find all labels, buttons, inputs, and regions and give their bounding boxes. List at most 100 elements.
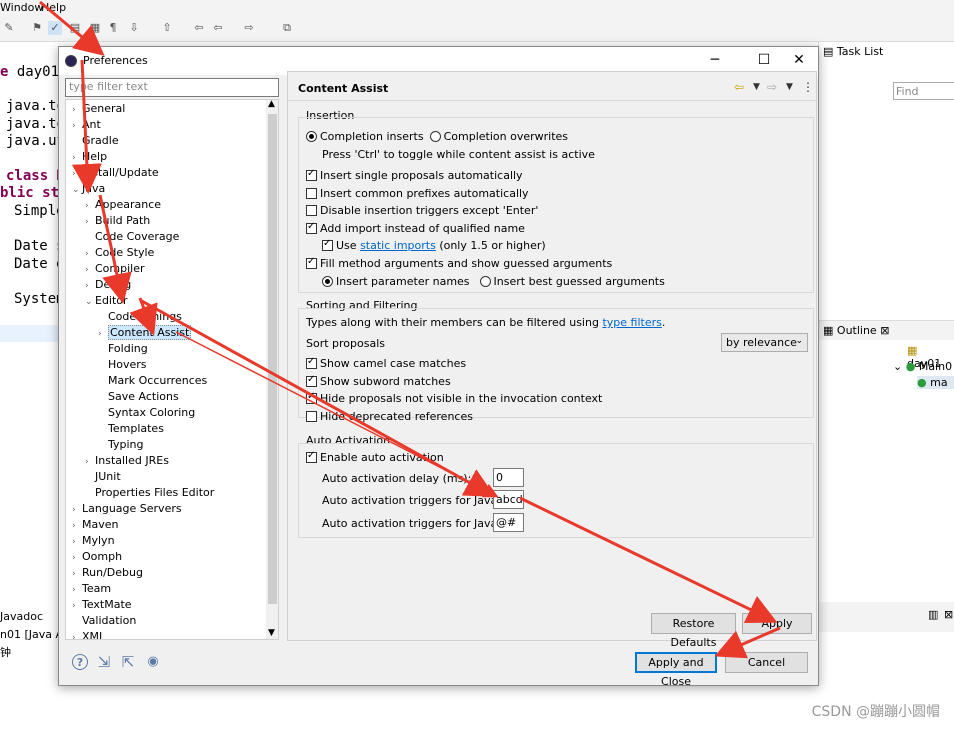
tree-item-xml[interactable]: › XML	[72, 630, 105, 639]
insert-best-guessed-radio[interactable]	[479, 276, 491, 287]
fill-method-checkbox[interactable]	[306, 256, 317, 269]
export-icon[interactable]: ⇱	[120, 654, 136, 670]
tree-item-hovers[interactable]: Hovers	[98, 358, 147, 371]
tree-item-debug[interactable]: › Debug	[85, 278, 131, 291]
tree-item-code-minings[interactable]: Code Minings	[98, 310, 182, 323]
chevron-down-icon[interactable]: ⌄	[72, 185, 82, 195]
tree-item-run-debug[interactable]: › Run/Debug	[72, 566, 143, 579]
chevron-right-icon[interactable]: ›	[72, 505, 82, 515]
tree-item-junit[interactable]: JUnit	[85, 470, 121, 483]
menu-window[interactable]: Window	[0, 1, 43, 14]
filter-input[interactable]: type filter text	[65, 78, 279, 97]
tree-item-validation[interactable]: Validation	[72, 614, 136, 627]
forward-icon[interactable]: ⇨	[242, 21, 256, 35]
type-filters-link[interactable]: type filters	[602, 316, 661, 329]
camel-case-checkbox[interactable]	[306, 356, 317, 369]
insert-param-names-radio[interactable]	[322, 276, 333, 287]
tree-item-java[interactable]: ⌄ Java	[72, 182, 105, 195]
chevron-right-icon[interactable]: ›	[72, 585, 82, 595]
tree-item-properties-files-editor[interactable]: Properties Files Editor	[85, 486, 214, 499]
scroll-up-icon[interactable]: ▲	[268, 100, 275, 109]
maximize-icon[interactable]: ☐	[756, 52, 772, 68]
chevron-down-icon[interactable]: ⌄	[85, 297, 95, 307]
insert-single-checkbox[interactable]	[306, 168, 317, 181]
tree-item-folding[interactable]: Folding	[98, 342, 148, 355]
annotation-icon[interactable]: ⚑	[30, 21, 44, 35]
disable-triggers-checkbox[interactable]	[306, 205, 317, 216]
outline-item[interactable]: ● ma	[917, 376, 954, 389]
hide-not-visible-checkbox[interactable]	[306, 391, 317, 404]
block-icon[interactable]: ▤	[68, 21, 82, 35]
tree-item-code-coverage[interactable]: Code Coverage	[85, 230, 179, 243]
chevron-right-icon[interactable]: ›	[85, 281, 95, 291]
back-icon[interactable]: ⇦	[211, 21, 225, 35]
menu-help[interactable]: Help	[41, 1, 66, 14]
chevron-right-icon[interactable]: ›	[85, 457, 95, 467]
chevron-down-icon[interactable]: ▼	[753, 82, 760, 92]
tree-item-code-style[interactable]: › Code Style	[85, 246, 154, 259]
tree-item-content-assist[interactable]: › Content Assist	[98, 325, 192, 340]
completion-inserts-radio[interactable]	[306, 131, 317, 142]
tree-item-language-servers[interactable]: › Language Servers	[72, 502, 182, 515]
apply-button[interactable]: Apply	[742, 613, 812, 634]
code-editor[interactable]: e day01; java.te java.te java.ut class M…	[0, 42, 67, 602]
javadoc-tab[interactable]: Javadoc	[0, 610, 43, 623]
chevron-right-icon[interactable]: ›	[72, 569, 82, 579]
add-import-checkbox[interactable]	[306, 221, 317, 234]
minimize-icon[interactable]: ▥	[928, 608, 938, 621]
java-triggers-input[interactable]: abcde	[493, 490, 524, 509]
outline-title[interactable]: ▦ Outline ⊠	[823, 324, 889, 337]
chevron-right-icon[interactable]: ›	[85, 249, 95, 259]
sort-proposals-select[interactable]: by relevance ⌄	[721, 333, 808, 352]
tree-scroll-thumb[interactable]	[268, 114, 277, 604]
tree-item-gradle[interactable]: Gradle	[72, 134, 119, 147]
chevron-right-icon[interactable]: ›	[72, 153, 82, 163]
tree-item-textmate[interactable]: › TextMate	[72, 598, 132, 611]
chevron-down-icon[interactable]: ▼	[786, 82, 793, 92]
tree-item-general[interactable]: › General	[72, 102, 125, 115]
outline-item[interactable]: ⌄ ● Main0	[893, 360, 952, 373]
chevron-right-icon[interactable]: ›	[85, 217, 95, 227]
menu-icon[interactable]: ⋮	[802, 80, 814, 94]
help-icon[interactable]: ?	[72, 654, 88, 670]
next-annotation-icon[interactable]: ⇩	[127, 21, 141, 35]
tree-item-save-actions[interactable]: Save Actions	[98, 390, 179, 403]
insert-common-checkbox[interactable]	[306, 188, 317, 199]
subword-checkbox[interactable]	[306, 374, 317, 387]
highlight-icon[interactable]: ✓	[48, 21, 62, 35]
use-static-imports-checkbox[interactable]	[322, 238, 333, 251]
completion-overwrites-radio[interactable]	[429, 131, 441, 142]
tree-item-ant[interactable]: › Ant	[72, 118, 101, 131]
tree-item-mylyn[interactable]: › Mylyn	[72, 534, 115, 547]
chevron-right-icon[interactable]: ›	[72, 105, 82, 115]
tree-item-syntax-coloring[interactable]: Syntax Coloring	[98, 406, 195, 419]
javadoc-triggers-input[interactable]: @#	[493, 513, 524, 532]
last-edit-icon[interactable]: ⇦	[192, 21, 206, 35]
prev-annotation-icon[interactable]: ⇧	[160, 21, 174, 35]
forward-icon[interactable]: ⇨	[767, 80, 777, 94]
tree-item-templates[interactable]: Templates	[98, 422, 164, 435]
task-find-input[interactable]: Find	[893, 82, 954, 100]
chevron-right-icon[interactable]: ›	[72, 169, 82, 179]
close-icon[interactable]: ✕	[791, 52, 807, 68]
chevron-right-icon[interactable]: ›	[72, 553, 82, 563]
tree-item-compiler[interactable]: › Compiler	[85, 262, 145, 275]
pen-icon[interactable]: ✎	[2, 21, 16, 35]
apply-and-close-button[interactable]: Apply and Close	[635, 652, 717, 688]
minimize-icon[interactable]: ─	[707, 52, 723, 68]
enable-auto-activation-checkbox[interactable]	[306, 450, 317, 463]
record-icon[interactable]: ◉	[145, 654, 161, 670]
tree-item-team[interactable]: › Team	[72, 582, 111, 595]
tree-item-install-update[interactable]: › Install/Update	[72, 166, 159, 179]
static-imports-link[interactable]: static imports	[360, 239, 436, 252]
tree-item-installed-jres[interactable]: › Installed JREs	[85, 454, 169, 467]
new-window-icon[interactable]: ⧉	[280, 21, 294, 35]
tree-item-editor[interactable]: ⌄ Editor	[85, 294, 128, 307]
show-whitespace-icon[interactable]: ▦	[88, 21, 102, 35]
chevron-right-icon[interactable]: ›	[72, 121, 82, 131]
chevron-right-icon[interactable]: ›	[85, 201, 95, 211]
tree-item-typing[interactable]: Typing	[98, 438, 144, 451]
import-icon[interactable]: ⇲	[96, 654, 112, 670]
pilcrow-icon[interactable]: ¶	[106, 21, 120, 35]
cancel-button[interactable]: Cancel	[725, 652, 808, 673]
